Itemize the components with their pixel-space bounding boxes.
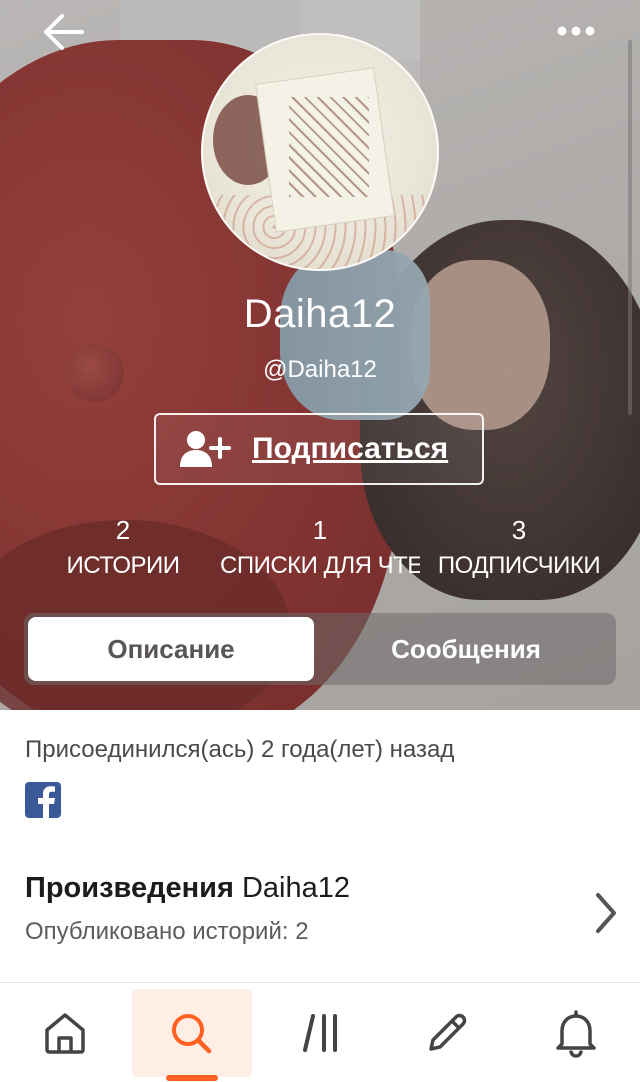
stat-stories-label: ИСТОРИИ <box>66 552 180 579</box>
nav-library[interactable] <box>262 983 382 1082</box>
stat-stories-value: 2 <box>115 515 131 545</box>
more-horizontal-icon <box>557 26 595 36</box>
bottom-navigation <box>0 982 640 1082</box>
scrollbar[interactable] <box>628 40 632 415</box>
add-user-icon <box>178 429 234 469</box>
search-icon <box>172 1014 212 1054</box>
follow-button[interactable]: Подписаться <box>154 413 484 485</box>
profile-display-name: Daiha12 <box>243 292 397 336</box>
stat-reading-lists-label: СПИСКИ ДЛЯ ЧТЕНИЯ <box>220 552 420 579</box>
stat-reading-lists-value: 1 <box>312 515 328 545</box>
tab-messages[interactable]: Сообщения <box>320 617 612 681</box>
stat-followers[interactable]: 3 ПОДПИСЧИКИ <box>419 512 619 584</box>
nav-notifications[interactable] <box>516 983 636 1082</box>
profile-tabs: Описание Сообщения <box>24 613 616 685</box>
stat-followers-label: ПОДПИСЧИКИ <box>437 552 601 579</box>
works-title: Произведения Daiha12 <box>25 872 350 905</box>
write-icon <box>429 1013 467 1051</box>
profile-header: Daiha12 @Daiha12 Подписаться 2 ИСТОРИИ 1… <box>0 0 640 710</box>
stat-stories[interactable]: 2 ИСТОРИИ <box>23 512 223 584</box>
nav-search[interactable] <box>131 983 252 1082</box>
facebook-icon[interactable] <box>25 782 61 818</box>
stat-followers-value: 3 <box>511 515 527 545</box>
bell-icon <box>556 1010 596 1058</box>
chevron-right-icon[interactable] <box>586 888 626 938</box>
follow-button-label: Подписаться <box>252 432 449 465</box>
works-title-label: Произведения <box>25 872 234 904</box>
works-title-name: Daiha12 <box>241 872 350 904</box>
profile-stats: 2 ИСТОРИИ 1 СПИСКИ ДЛЯ ЧТЕНИЯ 3 ПОДПИСЧИ… <box>0 512 640 592</box>
joined-text: Присоединился(ась) 2 года(лет) назад <box>25 736 455 763</box>
stat-reading-lists[interactable]: 1 СПИСКИ ДЛЯ ЧТЕНИЯ <box>220 512 420 584</box>
more-options-button[interactable] <box>552 14 600 48</box>
nav-active-indicator <box>166 1075 218 1081</box>
nav-write[interactable] <box>387 983 507 1082</box>
avatar[interactable] <box>201 33 439 271</box>
works-section[interactable]: Произведения Daiha12 Опубликовано истори… <box>0 858 640 968</box>
home-icon <box>45 1013 85 1054</box>
profile-handle: @Daiha12 <box>263 356 377 383</box>
back-button[interactable] <box>40 10 88 54</box>
arrow-left-icon <box>44 14 84 50</box>
tab-about[interactable]: Описание <box>28 617 314 681</box>
nav-home[interactable] <box>5 983 125 1082</box>
library-icon <box>303 1014 337 1052</box>
works-published-count: Опубликовано историй: 2 <box>25 918 309 945</box>
